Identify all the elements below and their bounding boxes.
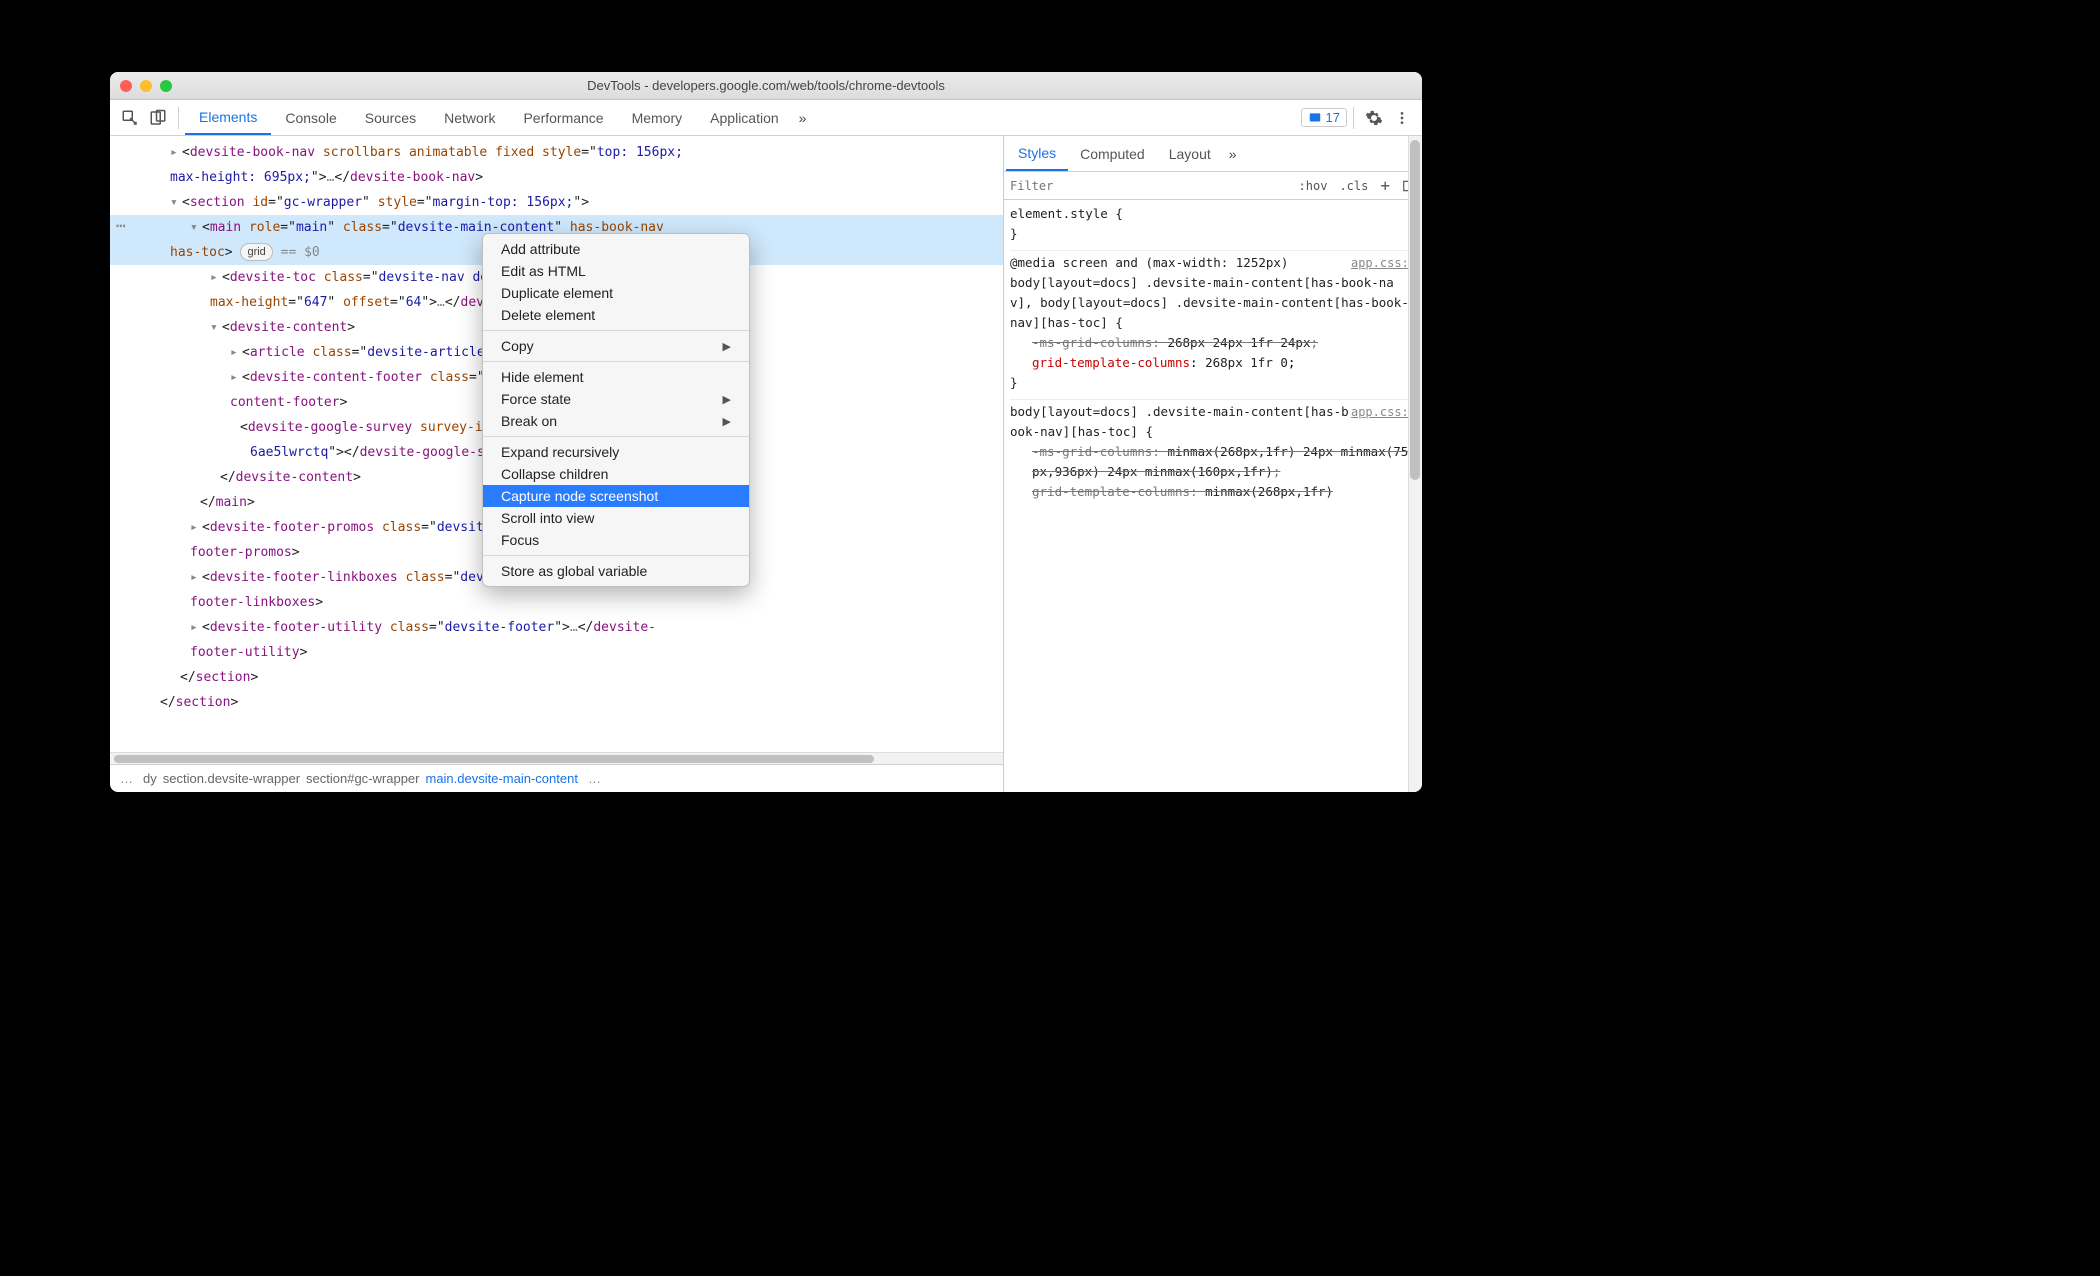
source-link[interactable]: app.css:1 [1351,402,1416,422]
scrollbar-thumb[interactable] [1410,140,1420,480]
main-toolbar: Elements Console Sources Network Perform… [110,100,1422,136]
main-tabs: Elements Console Sources Network Perform… [185,100,812,135]
breadcrumb: … dy section.devsite-wrapper section#gc-… [110,764,1003,792]
breadcrumb-item[interactable]: dy [143,771,157,786]
tab-computed[interactable]: Computed [1068,136,1157,171]
tab-layout[interactable]: Layout [1157,136,1223,171]
source-link[interactable]: app.css:1 [1351,253,1416,273]
tab-styles[interactable]: Styles [1006,136,1068,171]
device-toolbar-icon[interactable] [146,106,170,130]
css-declaration[interactable]: grid-template-columns: minmax(268px,1fr) [1010,482,1416,502]
tab-performance[interactable]: Performance [509,100,617,135]
styles-tabs: Styles Computed Layout » [1004,136,1422,172]
menu-focus[interactable]: Focus [483,529,749,551]
more-tabs-indicator[interactable]: » [1223,146,1243,162]
inspect-element-icon[interactable] [118,106,142,130]
menu-scroll-into-view[interactable]: Scroll into view [483,507,749,529]
css-declaration[interactable]: grid-template-columns: 268px 1fr 0; [1010,353,1416,373]
dom-node[interactable]: footer-utility> [110,640,1003,665]
menu-duplicate-element[interactable]: Duplicate element [483,282,749,304]
css-declaration[interactable]: -ms-grid-columns: 268px 24px 1fr 24px; [1010,333,1416,353]
content-area: ⋯ ▸<devsite-book-nav scrollbars animatab… [110,136,1422,792]
titlebar: DevTools - developers.google.com/web/too… [110,72,1422,100]
cls-button[interactable]: .cls [1333,179,1374,193]
submenu-arrow-icon: ▶ [723,393,731,406]
context-menu: Add attribute Edit as HTML Duplicate ele… [482,233,750,587]
error-count-badge[interactable]: 17 [1301,108,1347,127]
toolbar-separator [178,107,179,129]
tab-memory[interactable]: Memory [618,100,697,135]
horizontal-scrollbar[interactable] [110,752,1003,764]
dom-node[interactable]: </section> [110,665,1003,690]
vertical-scrollbar[interactable] [1408,136,1422,792]
dom-node[interactable]: ▸<devsite-book-nav scrollbars animatable… [110,140,1003,165]
styles-filter-input[interactable] [1004,179,1293,193]
dom-node[interactable]: max-height: 695px;">…</devsite-book-nav> [110,165,1003,190]
submenu-arrow-icon: ▶ [723,415,731,428]
window-title: DevTools - developers.google.com/web/too… [110,78,1422,93]
more-options-icon[interactable] [1390,106,1414,130]
menu-hide-element[interactable]: Hide element [483,366,749,388]
styles-panel: Styles Computed Layout » :hov .cls + ele… [1004,136,1422,792]
more-tabs-indicator[interactable]: » [793,110,813,126]
scrollbar-thumb[interactable] [114,755,874,763]
dom-node[interactable]: ▸<devsite-footer-utility class="devsite-… [110,615,1003,640]
tab-elements[interactable]: Elements [185,100,271,135]
breadcrumb-item[interactable]: section#gc-wrapper [306,771,419,786]
devtools-window: DevTools - developers.google.com/web/too… [110,72,1422,792]
breadcrumb-item[interactable]: section.devsite-wrapper [163,771,300,786]
toolbar-separator [1353,107,1354,129]
breadcrumb-item-active[interactable]: main.devsite-main-content [425,771,577,786]
style-rule[interactable]: app.css:1 body[layout=docs] .devsite-mai… [1010,400,1416,508]
menu-separator [483,436,749,437]
menu-edit-as-html[interactable]: Edit as HTML [483,260,749,282]
menu-separator [483,361,749,362]
menu-store-as-global[interactable]: Store as global variable [483,560,749,582]
submenu-arrow-icon: ▶ [723,340,731,353]
menu-expand-recursively[interactable]: Expand recursively [483,441,749,463]
tab-sources[interactable]: Sources [351,100,430,135]
menu-break-on[interactable]: Break on▶ [483,410,749,432]
rule-close: } [1010,373,1416,393]
tab-network[interactable]: Network [430,100,509,135]
tab-console[interactable]: Console [271,100,350,135]
dom-node[interactable]: footer-linkboxes> [110,590,1003,615]
breadcrumb-overflow-right[interactable]: … [584,771,605,786]
elements-panel: ⋯ ▸<devsite-book-nav scrollbars animatab… [110,136,1004,792]
style-rule[interactable]: element.style { } [1010,202,1416,251]
styles-filter-bar: :hov .cls + [1004,172,1422,200]
menu-capture-node-screenshot[interactable]: Capture node screenshot [483,485,749,507]
breadcrumb-overflow-left[interactable]: … [116,771,137,786]
tab-application[interactable]: Application [696,100,793,135]
menu-delete-element[interactable]: Delete element [483,304,749,326]
overflow-indicator-icon: ⋯ [116,213,126,238]
dom-node[interactable]: ▾<section id="gc-wrapper" style="margin-… [110,190,1003,215]
hov-button[interactable]: :hov [1293,179,1334,193]
new-rule-button[interactable]: + [1374,176,1396,195]
style-rule[interactable]: app.css:1 @media screen and (max-width: … [1010,251,1416,400]
dom-node[interactable]: </section> [110,690,1003,715]
menu-collapse-children[interactable]: Collapse children [483,463,749,485]
rule-close: } [1010,224,1416,244]
menu-add-attribute[interactable]: Add attribute [483,238,749,260]
menu-force-state[interactable]: Force state▶ [483,388,749,410]
settings-icon[interactable] [1362,106,1386,130]
rule-selector[interactable]: element.style { [1010,204,1416,224]
menu-separator [483,555,749,556]
menu-copy[interactable]: Copy▶ [483,335,749,357]
grid-badge[interactable]: grid [240,243,272,261]
error-count-value: 17 [1326,110,1340,125]
menu-separator [483,330,749,331]
css-declaration[interactable]: -ms-grid-columns: minmax(268px,1fr) 24px… [1010,442,1416,482]
styles-rules[interactable]: element.style { } app.css:1 @media scree… [1004,200,1422,792]
rule-selector[interactable]: body[layout=docs] .devsite-main-content[… [1010,273,1416,333]
